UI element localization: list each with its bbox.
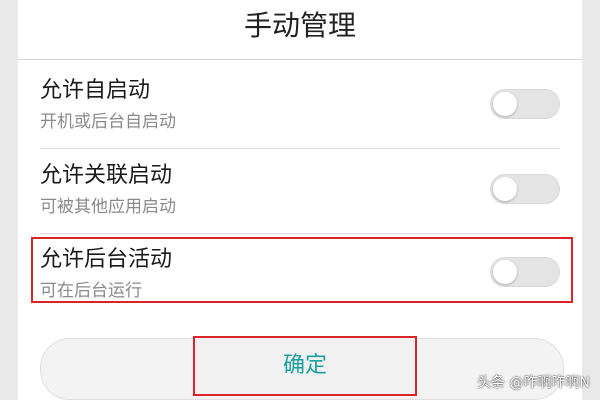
setting-label-auto-start: 允许自启动 <box>40 78 151 103</box>
toggle-knob <box>493 92 517 116</box>
toggle-knob <box>493 177 517 201</box>
confirm-button[interactable]: 确定 <box>193 336 417 396</box>
row-divider <box>40 233 560 234</box>
highlight-box-background-activity <box>31 237 573 303</box>
setting-description-auto-start: 开机或后台自启动 <box>40 112 176 132</box>
setting-description-associated-start: 可被其他应用启动 <box>40 197 176 217</box>
watermark: 头条 @咋啊咋啊N <box>477 375 590 391</box>
dialog-title: 手动管理 <box>243 9 356 42</box>
auto-start-toggle[interactable] <box>490 89 560 119</box>
manual-management-dialog: 手动管理 允许自启动 开机或后台自启动 允许关联启动 可被其他应用启动 允许后台… <box>18 0 582 400</box>
associated-start-toggle[interactable] <box>490 174 560 204</box>
setting-label-associated-start: 允许关联启动 <box>40 163 173 188</box>
setting-row-associated-start: 允许关联启动 可被其他应用启动 <box>18 153 582 233</box>
row-divider <box>40 148 560 149</box>
title-divider <box>18 59 582 60</box>
setting-row-auto-start: 允许自启动 开机或后台自启动 <box>18 68 582 148</box>
